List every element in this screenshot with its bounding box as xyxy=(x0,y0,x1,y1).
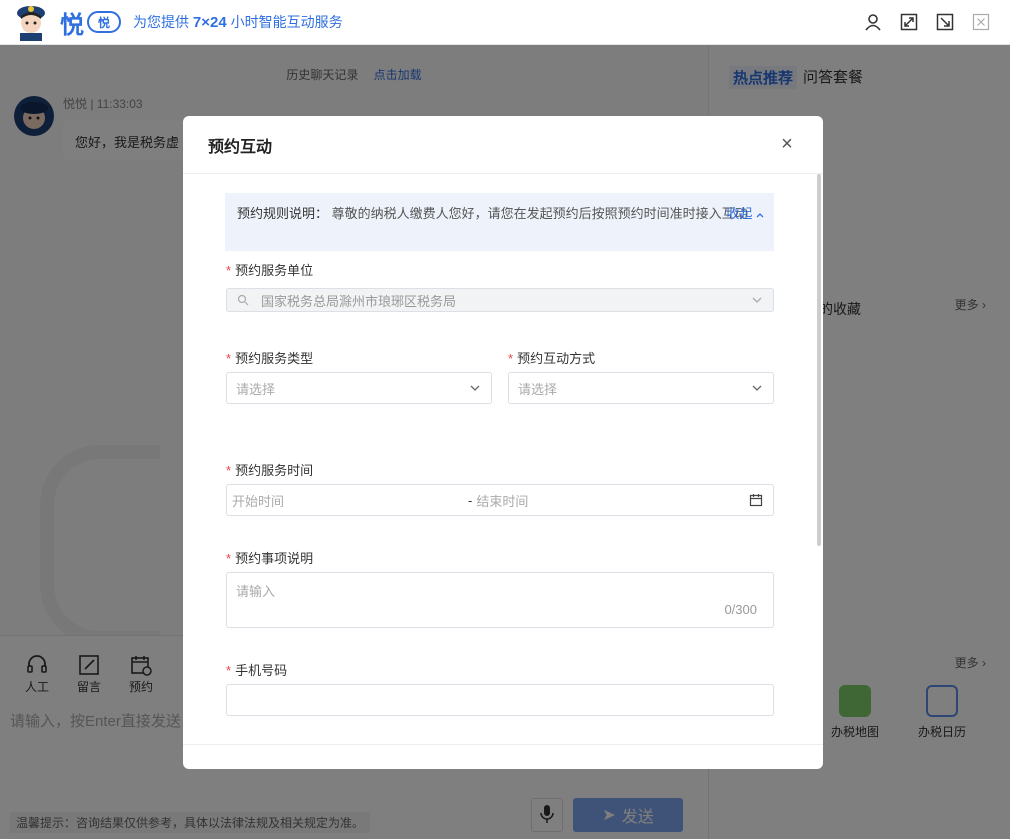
service-time-range[interactable]: 开始时间 - 结束时间 xyxy=(226,484,774,516)
phone-input[interactable] xyxy=(226,684,774,716)
logo-text: 悦 xyxy=(60,11,85,39)
phone-label: * 手机号码 xyxy=(226,663,288,678)
chevron-down-icon xyxy=(752,385,762,391)
chevron-down-icon xyxy=(470,385,480,391)
service-unit-select[interactable]: 国家税务总局滁州市琅琊区税务局 xyxy=(226,288,774,312)
desc-label: * 预约事项说明 xyxy=(226,551,314,566)
expand-icon[interactable] xyxy=(898,11,920,33)
modal-body: 预约规则说明： 尊敬的纳税人缴费人您好，请您在发起预约后按照预约时间准时接入互动… xyxy=(183,174,823,744)
mode-label: * 预约互动方式 xyxy=(508,351,596,366)
notice-label: 预约规则说明： xyxy=(237,206,329,221)
rules-notice: 预约规则说明： 尊敬的纳税人缴费人您好，请您在发起预约后按照预约时间准时接入互动… xyxy=(225,193,774,251)
end-time-input[interactable]: 结束时间 xyxy=(476,491,528,510)
unit-label: * 预约服务单位 xyxy=(226,263,314,278)
char-count: 0/300 xyxy=(724,602,757,617)
mascot-avatar xyxy=(14,3,48,41)
calendar-icon xyxy=(749,494,763,507)
app-header: 悦 悦 为您提供 7×24 小时智能互动服务 xyxy=(0,0,1010,45)
logo-badge: 悦 xyxy=(87,11,121,33)
chevron-up-icon xyxy=(756,213,764,218)
search-icon xyxy=(237,294,249,306)
start-time-input[interactable]: 开始时间 xyxy=(232,491,468,510)
chevron-down-icon xyxy=(752,297,762,303)
close-modal-icon[interactable]: × xyxy=(777,133,797,155)
interaction-mode-select[interactable]: 请选择 xyxy=(508,372,774,404)
modal-title: 预约互动 xyxy=(208,138,273,156)
slogan: 为您提供 7×24 小时智能互动服务 xyxy=(133,14,343,31)
modal-footer-divider xyxy=(183,744,823,745)
service-type-select[interactable]: 请选择 xyxy=(226,372,492,404)
type-label: * 预约服务类型 xyxy=(226,351,314,366)
user-icon[interactable] xyxy=(862,11,884,33)
notice-text: 尊敬的纳税人缴费人您好，请您在发起预约后按照预约时间准时接入互动 xyxy=(328,206,748,221)
close-icon[interactable] xyxy=(970,11,992,33)
appointment-modal: 预约互动 × 预约规则说明： 尊敬的纳税人缴费人您好，请您在发起预约后按照预约时… xyxy=(183,116,823,769)
range-separator: - xyxy=(468,492,473,508)
time-label: * 预约服务时间 xyxy=(226,463,314,478)
description-textarea[interactable]: 请输入 0/300 xyxy=(226,572,774,628)
minimize-icon[interactable] xyxy=(934,11,956,33)
collapse-toggle[interactable]: 收起 xyxy=(726,203,764,225)
